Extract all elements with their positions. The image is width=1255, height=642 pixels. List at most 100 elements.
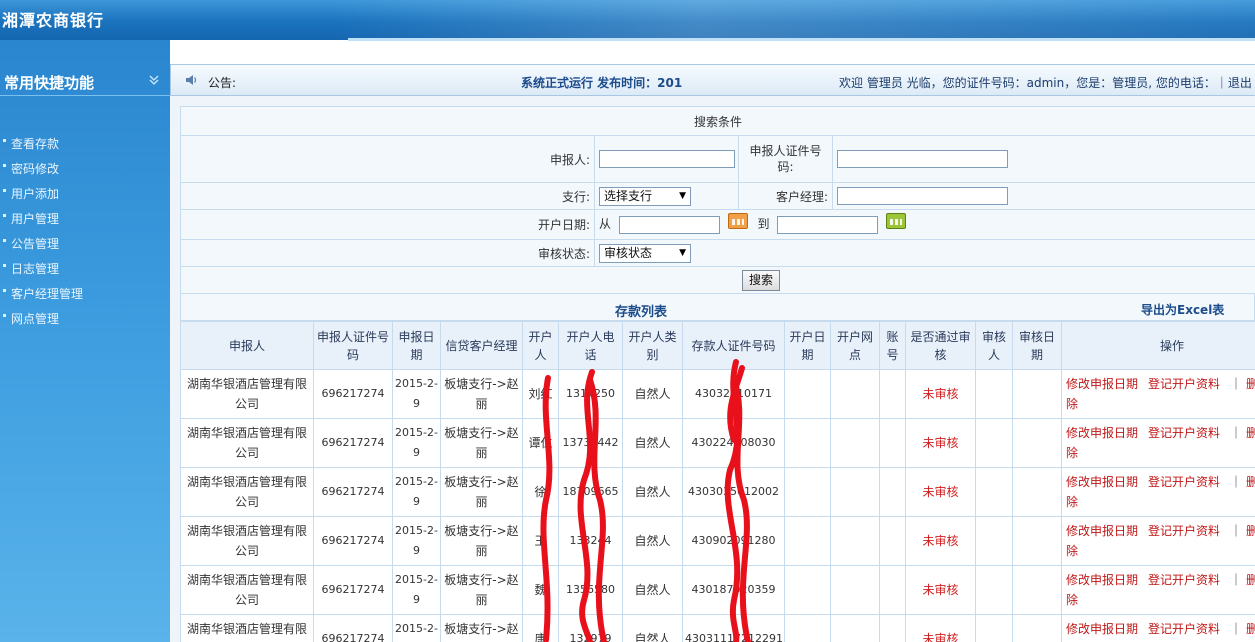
calendar-icon[interactable] bbox=[886, 212, 907, 229]
manager-label: 客户经理: bbox=[738, 182, 833, 210]
cell-operations: 修改申报日期登记开户资料｜删除 bbox=[1061, 467, 1255, 517]
date-to-input[interactable] bbox=[777, 215, 879, 234]
ops-separator: ｜ bbox=[1230, 573, 1243, 587]
modify-date-link[interactable]: 修改申报日期 bbox=[1066, 524, 1138, 538]
cell-applicant: 湖南华银酒店管理有限公司 bbox=[180, 418, 314, 468]
cell-holder: 刘红 bbox=[522, 369, 559, 419]
modify-date-link[interactable]: 修改申报日期 bbox=[1066, 573, 1138, 587]
cell-date: 2015-2-9 bbox=[392, 467, 441, 517]
date-from-label: 从 bbox=[599, 217, 612, 232]
cell-depositor-id: 430902091280 bbox=[682, 516, 785, 566]
cell-open-date bbox=[784, 369, 831, 419]
modify-date-link[interactable]: 修改申报日期 bbox=[1066, 622, 1138, 636]
chevron-double-down-icon[interactable] bbox=[147, 74, 161, 88]
cell-open-date bbox=[784, 516, 831, 566]
sidebar-item-add-user[interactable]: 用户添加 bbox=[0, 186, 170, 211]
column-header: 审核日期 bbox=[1012, 321, 1062, 370]
modify-date-link[interactable]: 修改申报日期 bbox=[1066, 377, 1138, 391]
sidebar-item-notice-management[interactable]: 公告管理 bbox=[0, 236, 170, 261]
cell-applicant-id: 696217274 bbox=[313, 467, 393, 517]
cell-type: 自然人 bbox=[622, 467, 683, 517]
register-info-link[interactable]: 登记开户资料 bbox=[1148, 377, 1220, 391]
bullet-icon bbox=[3, 164, 6, 167]
register-info-link[interactable]: 登记开户资料 bbox=[1148, 524, 1220, 538]
table-row: 湖南华银酒店管理有限公司 696217274 2015-2-9 板塘支行->赵丽 谭仁 1… bbox=[180, 418, 1255, 468]
register-info-link[interactable]: 登记开户资料 bbox=[1148, 573, 1220, 587]
column-header: 账号 bbox=[879, 321, 906, 370]
search-button[interactable]: 搜索 bbox=[742, 269, 781, 291]
cell-open-date bbox=[784, 418, 831, 468]
manager-input[interactable] bbox=[837, 187, 1008, 205]
table-header-row: 申报人 申报人证件号码 申报日期 信贷客户经理 开户人 开户人电话 开户人类别 … bbox=[180, 321, 1255, 370]
search-form: 搜索条件 申报人: 申报人证件号码: 支行: 选择支行 ▼ 客户经理: 开户日期:… bbox=[180, 106, 1255, 294]
register-info-link[interactable]: 登记开户资料 bbox=[1148, 622, 1220, 636]
cell-phone: 133244 bbox=[558, 516, 623, 566]
cell-account bbox=[879, 565, 906, 615]
column-header: 开户日期 bbox=[784, 321, 831, 370]
applicant-cell bbox=[594, 135, 739, 183]
cell-open-branch bbox=[830, 565, 880, 615]
sidebar-item-manager-management[interactable]: 客户经理管理 bbox=[0, 286, 170, 311]
cell-review-date bbox=[1012, 565, 1062, 615]
column-header: 开户人电话 bbox=[558, 321, 623, 370]
applicant-input[interactable] bbox=[599, 150, 735, 168]
bullet-icon bbox=[3, 289, 6, 292]
sidebar-item-log-management[interactable]: 日志管理 bbox=[0, 261, 170, 286]
sidebar-item-branch-management[interactable]: 网点管理 bbox=[0, 311, 170, 336]
register-info-link[interactable]: 登记开户资料 bbox=[1148, 475, 1220, 489]
cell-open-branch bbox=[830, 369, 880, 419]
ops-separator: ｜ bbox=[1230, 622, 1243, 636]
cell-operations: 修改申报日期登记开户资料｜删除 bbox=[1061, 418, 1255, 468]
modify-date-link[interactable]: 修改申报日期 bbox=[1066, 475, 1138, 489]
cell-phone: 13731442 bbox=[558, 418, 623, 468]
status-cell: 审核状态 ▼ bbox=[593, 239, 1255, 267]
cell-reviewer bbox=[975, 467, 1013, 517]
column-header: 申报人 bbox=[180, 321, 314, 370]
notice-label: 公告: bbox=[208, 76, 237, 90]
modify-date-link[interactable]: 修改申报日期 bbox=[1066, 426, 1138, 440]
sidebar-item-label: 日志管理 bbox=[11, 262, 60, 276]
applicant-id-input[interactable] bbox=[837, 150, 1008, 168]
register-info-link[interactable]: 登记开户资料 bbox=[1148, 426, 1220, 440]
branch-select[interactable]: 选择支行 ▼ bbox=[599, 186, 691, 206]
column-header: 是否通过审核 bbox=[905, 321, 976, 370]
cell-date: 2015-2-9 bbox=[392, 516, 441, 566]
table-row: 湖南华银酒店管理有限公司 696217274 2015-2-9 板塘支行->赵丽 刘红 1… bbox=[180, 369, 1255, 419]
main-panel: 搜索条件 申报人: 申报人证件号码: 支行: 选择支行 ▼ 客户经理: 开户日期:… bbox=[180, 106, 1255, 642]
cell-review-date bbox=[1012, 614, 1062, 642]
export-excel-link[interactable]: 导出为Excel表 bbox=[1141, 301, 1224, 318]
search-title: 搜索条件 bbox=[180, 106, 1255, 136]
bullet-icon bbox=[3, 189, 6, 192]
bullet-icon bbox=[3, 139, 6, 142]
cell-status: 未审核 bbox=[905, 565, 976, 615]
cell-date: 2015-2-9 bbox=[392, 614, 441, 642]
cell-status: 未审核 bbox=[905, 467, 976, 517]
sidebar-item-view-deposits[interactable]: 查看存款 bbox=[0, 136, 170, 161]
ops-separator: ｜ bbox=[1230, 475, 1243, 489]
notice-marquee: 系统正式运行 发布时间：201 bbox=[521, 76, 683, 90]
cell-open-branch bbox=[830, 418, 880, 468]
cell-reviewer bbox=[975, 565, 1013, 615]
cell-depositor-id: 430224908030 bbox=[682, 418, 785, 468]
cell-applicant: 湖南华银酒店管理有限公司 bbox=[180, 565, 314, 615]
cell-reviewer bbox=[975, 418, 1013, 468]
bullet-icon bbox=[3, 264, 6, 267]
calendar-icon[interactable] bbox=[727, 212, 748, 229]
cell-open-branch bbox=[830, 467, 880, 517]
cell-phone: 18709665 bbox=[558, 467, 623, 517]
sidebar-item-user-management[interactable]: 用户管理 bbox=[0, 211, 170, 236]
cell-status: 未审核 bbox=[905, 369, 976, 419]
sidebar-item-change-password[interactable]: 密码修改 bbox=[0, 161, 170, 186]
status-select[interactable]: 审核状态 ▼ bbox=[599, 243, 691, 263]
cell-review-date bbox=[1012, 418, 1062, 468]
cell-type: 自然人 bbox=[622, 418, 683, 468]
sidebar-title: 常用快捷功能 bbox=[4, 74, 95, 92]
sidebar-header: 常用快捷功能 bbox=[0, 64, 170, 96]
cell-depositor-id: 43031117212291 bbox=[682, 614, 785, 642]
branch-select-value: 选择支行 bbox=[604, 188, 653, 203]
date-from-input[interactable] bbox=[618, 215, 720, 234]
cell-account bbox=[879, 369, 906, 419]
list-title: 存款列表 bbox=[615, 305, 668, 320]
search-button-cell: 搜索 bbox=[180, 266, 1255, 294]
date-label: 开户日期: bbox=[180, 209, 595, 240]
